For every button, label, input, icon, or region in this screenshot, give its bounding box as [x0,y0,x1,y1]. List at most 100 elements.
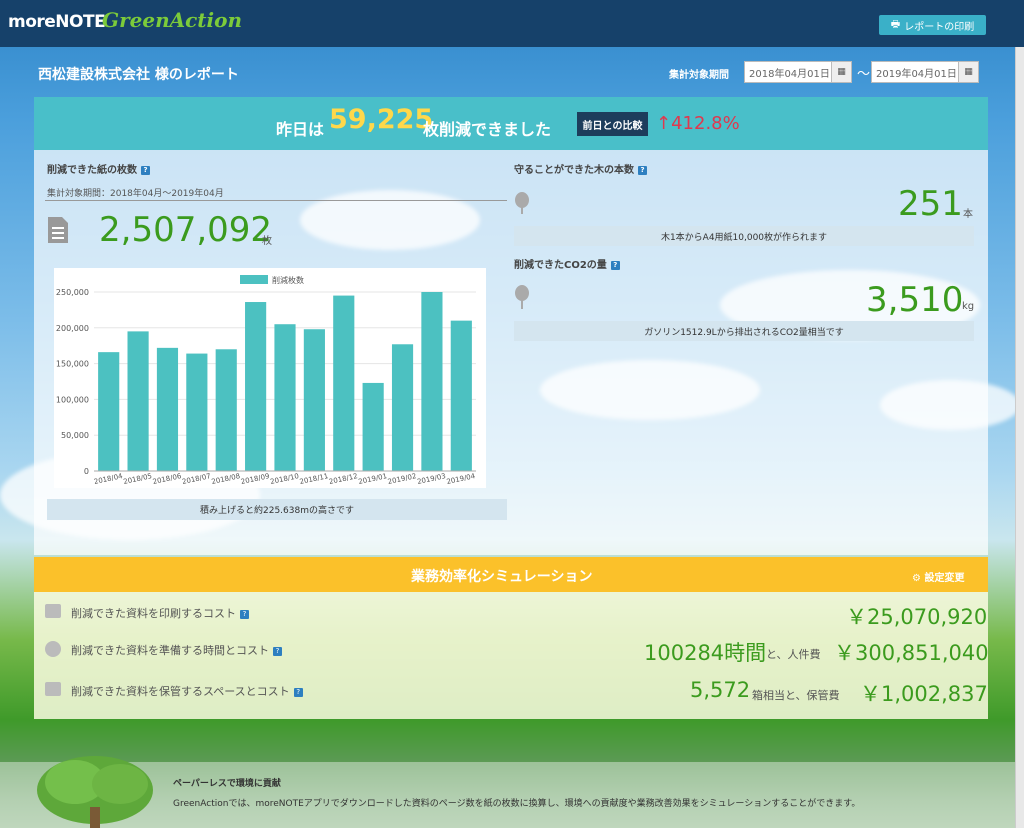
x-tick-label: 2018/04 [93,472,124,486]
paper-total: 2,507,092 [99,210,273,250]
height-note: 積み上げると約225.638mの高さです [47,499,507,520]
help-icon[interactable]: ? [273,646,282,656]
y-tick-label: 50,000 [61,431,89,440]
y-tick-label: 200,000 [56,324,89,333]
paper-heading: 削減できた紙の枚数? [47,161,150,176]
help-icon[interactable]: ? [240,609,249,619]
date-from-input[interactable]: 2018年04月01日 ▦ [744,61,852,83]
paper-unit: 枚 [262,236,272,247]
scrollbar[interactable] [1015,47,1024,828]
x-tick-label: 2019/03 [416,472,446,486]
compare-label: 前日との比較 [577,112,648,136]
logo-greenaction: GreenAction [102,8,243,32]
prep-cost-value: ￥300,851,040 [834,641,989,665]
x-tick-label: 2018/07 [181,472,211,486]
x-tick-label: 2018/06 [152,472,183,486]
simulation-title: 業務効率化シミュレーション [411,569,593,585]
x-tick-label: 2018/10 [270,472,300,486]
prep-mid-label: と、人件費 [766,648,821,661]
footer-heading: ペーパーレスで環境に貢献 [173,779,281,789]
store-mid-label: 箱相当と、保管費 [752,689,840,702]
help-icon[interactable]: ? [638,165,647,175]
help-icon[interactable]: ? [141,165,150,175]
report-title: 西松建設株式会社 様のレポート [38,67,239,83]
settings-label: 設定変更 [924,573,965,584]
footer-text: GreenActionでは、moreNOTEアプリでダウンロードした資料のページ… [173,799,861,809]
y-tick-label: 0 [84,467,89,476]
tree-icon [515,192,529,214]
co2-note: ガソリン1512.9Lから排出されるCO2量相当です [514,321,974,341]
x-tick-label: 2019/01 [358,472,388,486]
date-to-input[interactable]: 2019年04月01日 ▦ [871,61,979,83]
date-to-value: 2019年04月01日 [876,68,957,80]
paper-heading-text: 削減できた紙の枚数 [47,165,137,176]
chart-bar [98,352,120,471]
x-tick-label: 2019/02 [387,472,417,486]
bar-chart: 0 50,000 100,000 150,000 200,000 250,000 2018/… [56,275,477,486]
x-tick-label: 2019/04 [446,472,477,486]
store-cost-value: ￥1,002,837 [860,682,988,706]
co2-unit: kg [962,301,975,312]
period-label: 集計対象期間 [669,70,729,81]
chart-bar [186,353,208,471]
monthly-chart: 0 50,000 100,000 150,000 200,000 250,000 2018/… [54,268,486,488]
x-tick-label: 2018/11 [299,472,329,486]
date-from-value: 2018年04月01日 [749,68,830,80]
banner-count: 59,225 [329,104,434,135]
trees-note: 木1本からA4用紙10,000枚が作られます [514,226,974,246]
chart-bar [215,349,237,471]
co2-heading: 削減できたCO2の量? [514,256,620,271]
chart-bar [450,320,472,471]
x-tick-label: 2018/12 [328,472,358,486]
chart-bar [333,295,355,471]
prep-cost-label: 削減できた資料を準備する時間とコスト? [71,642,282,658]
print-cost-value: ￥25,070,920 [846,605,988,629]
prep-cost-text: 削減できた資料を準備する時間とコスト [71,644,269,657]
print-report-button[interactable]: 🖶 レポートの印刷 [879,15,986,35]
logo-morenote: moreNOTE [8,12,106,32]
banner-prefix: 昨日は [276,120,325,139]
print-cost-text: 削減できた資料を印刷するコスト [71,607,236,620]
chart-bar [274,324,296,471]
chart-bar [421,292,443,471]
print-label: レポートの印刷 [904,21,975,33]
printer-icon: 🖶 [890,18,901,30]
banner-suffix: 枚削減できました [423,120,552,139]
y-tick-label: 100,000 [56,395,89,404]
store-cost-text: 削減できた資料を保管するスペースとコスト [71,685,290,698]
x-tick-label: 2018/05 [123,472,153,486]
help-icon[interactable]: ? [293,687,303,697]
legend-swatch [240,275,268,284]
chart-bar [245,302,267,471]
clock-icon [45,641,61,657]
divider [45,200,507,201]
x-tick-label: 2018/08 [211,472,241,486]
gear-icon: ⚙ [912,573,921,584]
printer-icon [45,604,61,618]
help-icon[interactable]: ? [610,260,620,270]
calendar-icon[interactable]: ▦ [831,62,851,82]
chart-bar [156,347,179,471]
print-cost-label: 削減できた資料を印刷するコスト? [71,605,249,621]
chart-bar [391,344,414,471]
paper-period: 集計対象期間：2018年04月～2019年04月 [47,189,224,199]
store-boxes-value: 5,572 [690,678,751,702]
trees-unit: 本 [963,209,973,220]
trees-heading: 守ることができた木の本数? [514,161,647,176]
co2-balloon-icon [515,285,529,309]
y-tick-label: 250,000 [56,288,89,297]
change-percent: ↑412.8% [656,113,740,134]
trees-heading-text: 守ることができた木の本数 [514,165,634,176]
box-icon [45,682,61,696]
period-tilde: ～ [857,67,871,82]
settings-button[interactable]: ⚙ 設定変更 [912,569,964,584]
trees-count: 251 [898,184,963,224]
prep-hours-value: 100284時間 [644,641,767,665]
tree-illustration [37,756,153,828]
co2-amount: 3,510 [866,280,964,320]
chart-bar [362,382,384,471]
co2-heading-text: 削減できたCO2の量 [514,260,607,271]
x-tick-label: 2018/09 [240,472,270,486]
calendar-icon[interactable]: ▦ [958,62,978,82]
chart-bar [127,331,149,471]
